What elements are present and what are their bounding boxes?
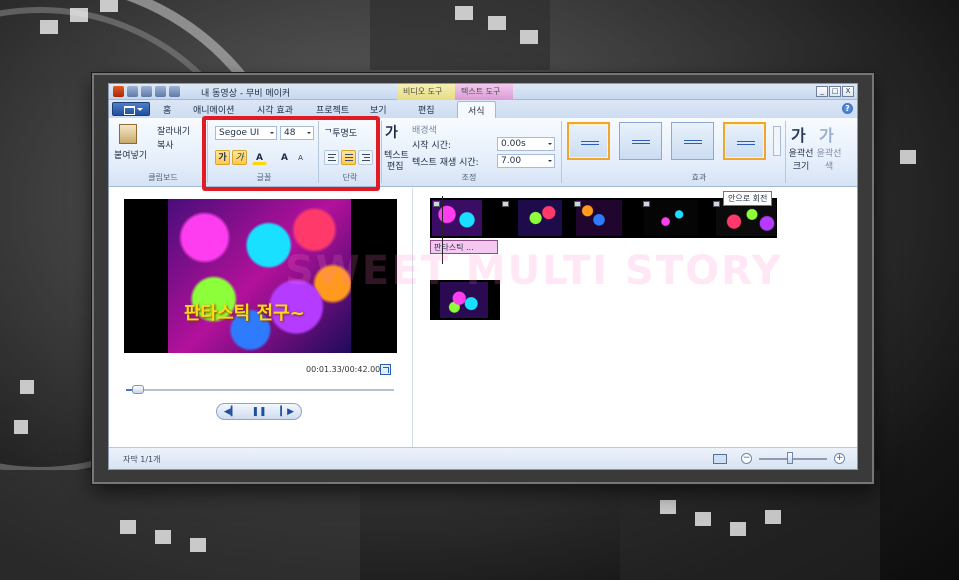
zoom-thumb[interactable] <box>786 452 793 464</box>
effect-tile-2[interactable] <box>619 122 662 160</box>
paste-icon[interactable] <box>119 124 137 144</box>
outline-size-icon: 가 <box>791 126 806 145</box>
zoom-slider[interactable] <box>759 458 827 460</box>
transition-marker-icon <box>574 201 581 207</box>
help-icon[interactable]: ? <box>842 103 853 114</box>
group-separator <box>785 121 786 183</box>
text-duration-input[interactable]: 7.00 <box>497 154 555 168</box>
highlight-box <box>202 116 380 191</box>
transition-marker-icon <box>713 201 720 207</box>
start-time-label: 시작 시간: <box>412 141 452 151</box>
transition-marker-icon <box>502 201 509 207</box>
tab-view[interactable]: 보기 <box>370 103 387 116</box>
pane-divider[interactable] <box>412 188 413 448</box>
next-frame-icon[interactable]: ▎▶ <box>280 407 294 417</box>
minimize-button[interactable]: _ <box>816 86 828 97</box>
group-separator <box>561 121 562 183</box>
tab-visual-effects[interactable]: 시각 효과 <box>257 103 293 116</box>
tab-home[interactable]: 홈 <box>163 103 171 116</box>
seek-thumb[interactable] <box>132 385 145 394</box>
copy-button[interactable]: 복사 <box>157 138 174 151</box>
effect-tile-3[interactable] <box>671 122 714 160</box>
preview-caption-text: 판타스틱 전구~ <box>184 303 305 324</box>
zoom-in-button[interactable]: + <box>834 453 845 464</box>
status-text: 자막 1/1개 <box>123 455 161 464</box>
transition-marker-icon <box>433 201 440 207</box>
tab-edit[interactable]: 편집 <box>418 103 435 116</box>
clip-thumbnail <box>518 200 562 236</box>
save-icon[interactable] <box>127 86 138 97</box>
redo-icon[interactable] <box>155 86 166 97</box>
background-color-button[interactable]: 배경색 <box>412 123 437 136</box>
clip-thumbnail <box>644 200 698 236</box>
paste-button-label[interactable]: 붙여넣기 <box>114 148 147 161</box>
transition-marker-icon <box>643 201 650 207</box>
tab-project[interactable]: 프로젝트 <box>316 103 349 116</box>
effect-tile-1[interactable] <box>567 122 610 160</box>
tab-format[interactable]: 서식 <box>457 101 496 119</box>
start-time-input[interactable]: 0.00s <box>497 137 555 151</box>
clip-thumbnail <box>576 200 622 236</box>
seek-bar[interactable] <box>126 389 394 391</box>
outline-color-icon: 가 <box>819 126 834 145</box>
zoom-out-button[interactable]: − <box>741 453 752 464</box>
undo-icon[interactable] <box>141 86 152 97</box>
pause-icon[interactable]: ❚❚ <box>251 407 266 417</box>
adjust-group-label: 조정 <box>461 173 477 182</box>
time-readout: 00:01.33/00:42.00 <box>306 365 381 374</box>
tooltip: 안으로 회전 <box>723 191 773 206</box>
close-button[interactable]: X <box>842 86 854 97</box>
window-title: 내 동영상 - 무비 메이커 <box>201 89 291 99</box>
previous-frame-icon[interactable]: ◀▎ <box>224 407 238 417</box>
maximize-button[interactable]: □ <box>829 86 841 97</box>
window-controls: _ □ X <box>816 86 854 97</box>
outline-color-button[interactable]: 윤곽선 색 <box>815 146 843 172</box>
tab-animation[interactable]: 애니메이션 <box>193 103 234 116</box>
monitor-icon[interactable] <box>713 454 727 464</box>
cut-button[interactable]: 잘라내기 <box>157 124 190 137</box>
context-tab-video-tools: 비디오 도구 <box>397 84 455 100</box>
playback-controls: ◀▎ ❚❚ ▎▶ <box>216 403 302 420</box>
app-menu-button[interactable] <box>112 102 150 116</box>
context-tab-text-tools: 텍스트 도구 <box>455 84 513 100</box>
effects-scroll[interactable] <box>773 126 781 156</box>
app-icon <box>113 86 124 97</box>
quick-access-toolbar <box>113 86 180 97</box>
status-bar: 자막 1/1개 − + <box>109 447 857 469</box>
watermark-text: SWEET MULTI STORY <box>285 248 783 294</box>
edit-text-line2[interactable]: 편집 <box>387 159 404 172</box>
edit-text-icon: 가 <box>385 125 398 141</box>
group-separator <box>381 121 382 183</box>
effects-group-label: 효과 <box>691 173 707 182</box>
text-duration-label: 텍스트 재생 시간: <box>412 158 479 168</box>
fullscreen-icon[interactable] <box>380 364 391 375</box>
effect-tile-spin-in[interactable] <box>723 122 766 160</box>
customize-qat-icon[interactable] <box>169 86 180 97</box>
title-bar: 내 동영상 - 무비 메이커 비디오 도구 텍스트 도구 _ □ X <box>109 84 857 100</box>
clipboard-group-label: 클립보드 <box>148 173 178 182</box>
outline-size-button[interactable]: 윤곽선 크기 <box>787 146 815 172</box>
